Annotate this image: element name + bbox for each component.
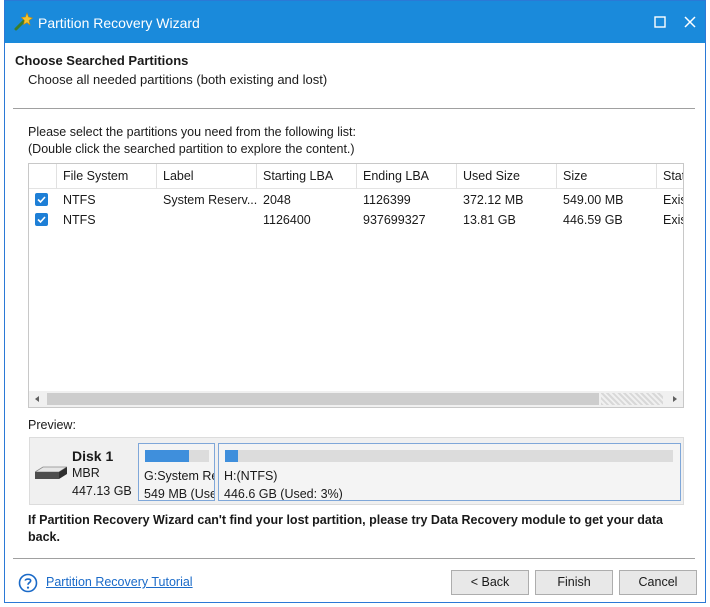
tutorial-link[interactable]: Partition Recovery Tutorial [46,575,193,589]
list-header: File System Label Starting LBA Ending LB… [29,164,683,189]
cell-used-size: 13.81 GB [463,213,516,227]
usage-bar-fill [145,450,189,462]
recovery-note: If Partition Recovery Wizard can't find … [28,513,663,544]
cell-label [157,210,257,230]
disk-map: Disk 1 MBR 447.13 GB G:System Re 549 MB … [29,437,684,505]
partition-info: 549 MB (Use [144,487,215,501]
scrollbar-thumb[interactable] [47,393,599,405]
partition-recovery-window: Partition Recovery Wizard Choose Searche… [4,0,706,603]
table-row[interactable]: NTFS System Reserv... 2048 1126399 372.1… [29,190,683,210]
cell-status: Exis [663,213,683,227]
column-file-system[interactable]: File System [57,164,157,189]
column-size[interactable]: Size [557,164,657,189]
maximize-icon[interactable] [653,15,667,29]
help-icon[interactable] [18,573,38,593]
instructions: Please select the partitions you need fr… [28,124,356,158]
close-icon[interactable] [683,15,697,29]
cancel-button[interactable]: Cancel [619,570,697,595]
cell-starting-lba: 1126400 [263,213,311,227]
wizard-wand-icon [14,12,33,31]
partition-info: 446.6 GB (Used: 3%) [224,487,343,501]
partition-block-g[interactable]: G:System Re 549 MB (Use [138,443,215,501]
instruction-line-1: Please select the partitions you need fr… [28,125,356,139]
cell-size: 549.00 MB [563,193,624,207]
instruction-line-2: (Double click the searched partition to … [28,142,355,156]
cell-ending-lba: 937699327 [363,213,426,227]
column-ending-lba[interactable]: Ending LBA [357,164,457,189]
checkbox-checked-icon[interactable] [35,213,48,226]
partition-name: H:(NTFS) [224,469,278,483]
divider [13,108,695,109]
header-checkbox-column [29,164,57,189]
table-row[interactable]: NTFS 1126400 937699327 13.81 GB 446.59 G… [29,210,683,230]
horizontal-scrollbar[interactable] [29,391,683,407]
page-subtitle: Choose all needed partitions (both exist… [28,72,328,87]
page-title: Choose Searched Partitions [15,53,189,68]
usage-bar [225,450,673,462]
finish-button[interactable]: Finish [535,570,613,595]
column-used-size[interactable]: Used Size [457,164,557,189]
cell-label: System Reserv... [163,193,257,207]
title-bar: Partition Recovery Wizard [5,1,705,43]
disk-type: MBR [72,466,100,480]
usage-bar [145,450,209,462]
window-title: Partition Recovery Wizard [38,15,200,31]
partition-block-h[interactable]: H:(NTFS) 446.6 GB (Used: 3%) [218,443,681,501]
disk-size: 447.13 GB [72,484,132,498]
partition-list[interactable]: File System Label Starting LBA Ending LB… [28,163,684,408]
cell-size: 446.59 GB [563,213,623,227]
cell-status: Exis [663,193,683,207]
checkbox-checked-icon[interactable] [35,193,48,206]
preview-label: Preview: [28,418,76,432]
cell-ending-lba: 1126399 [363,193,411,207]
cell-file-system: NTFS [63,193,96,207]
scroll-left-icon[interactable] [32,394,42,404]
scroll-right-icon[interactable] [670,394,680,404]
column-label[interactable]: Label [157,164,257,189]
usage-bar-fill [225,450,239,462]
cell-used-size: 372.12 MB [463,193,524,207]
disk-name: Disk 1 [72,448,114,464]
divider [13,558,695,559]
back-button[interactable]: < Back [451,570,529,595]
cell-file-system: NTFS [63,213,96,227]
scrollbar-track [601,393,663,405]
column-status[interactable]: Stat [657,164,683,189]
hard-disk-icon [35,466,67,479]
partition-name: G:System Re [144,469,215,483]
column-starting-lba[interactable]: Starting LBA [257,164,357,189]
cell-starting-lba: 2048 [263,193,291,207]
